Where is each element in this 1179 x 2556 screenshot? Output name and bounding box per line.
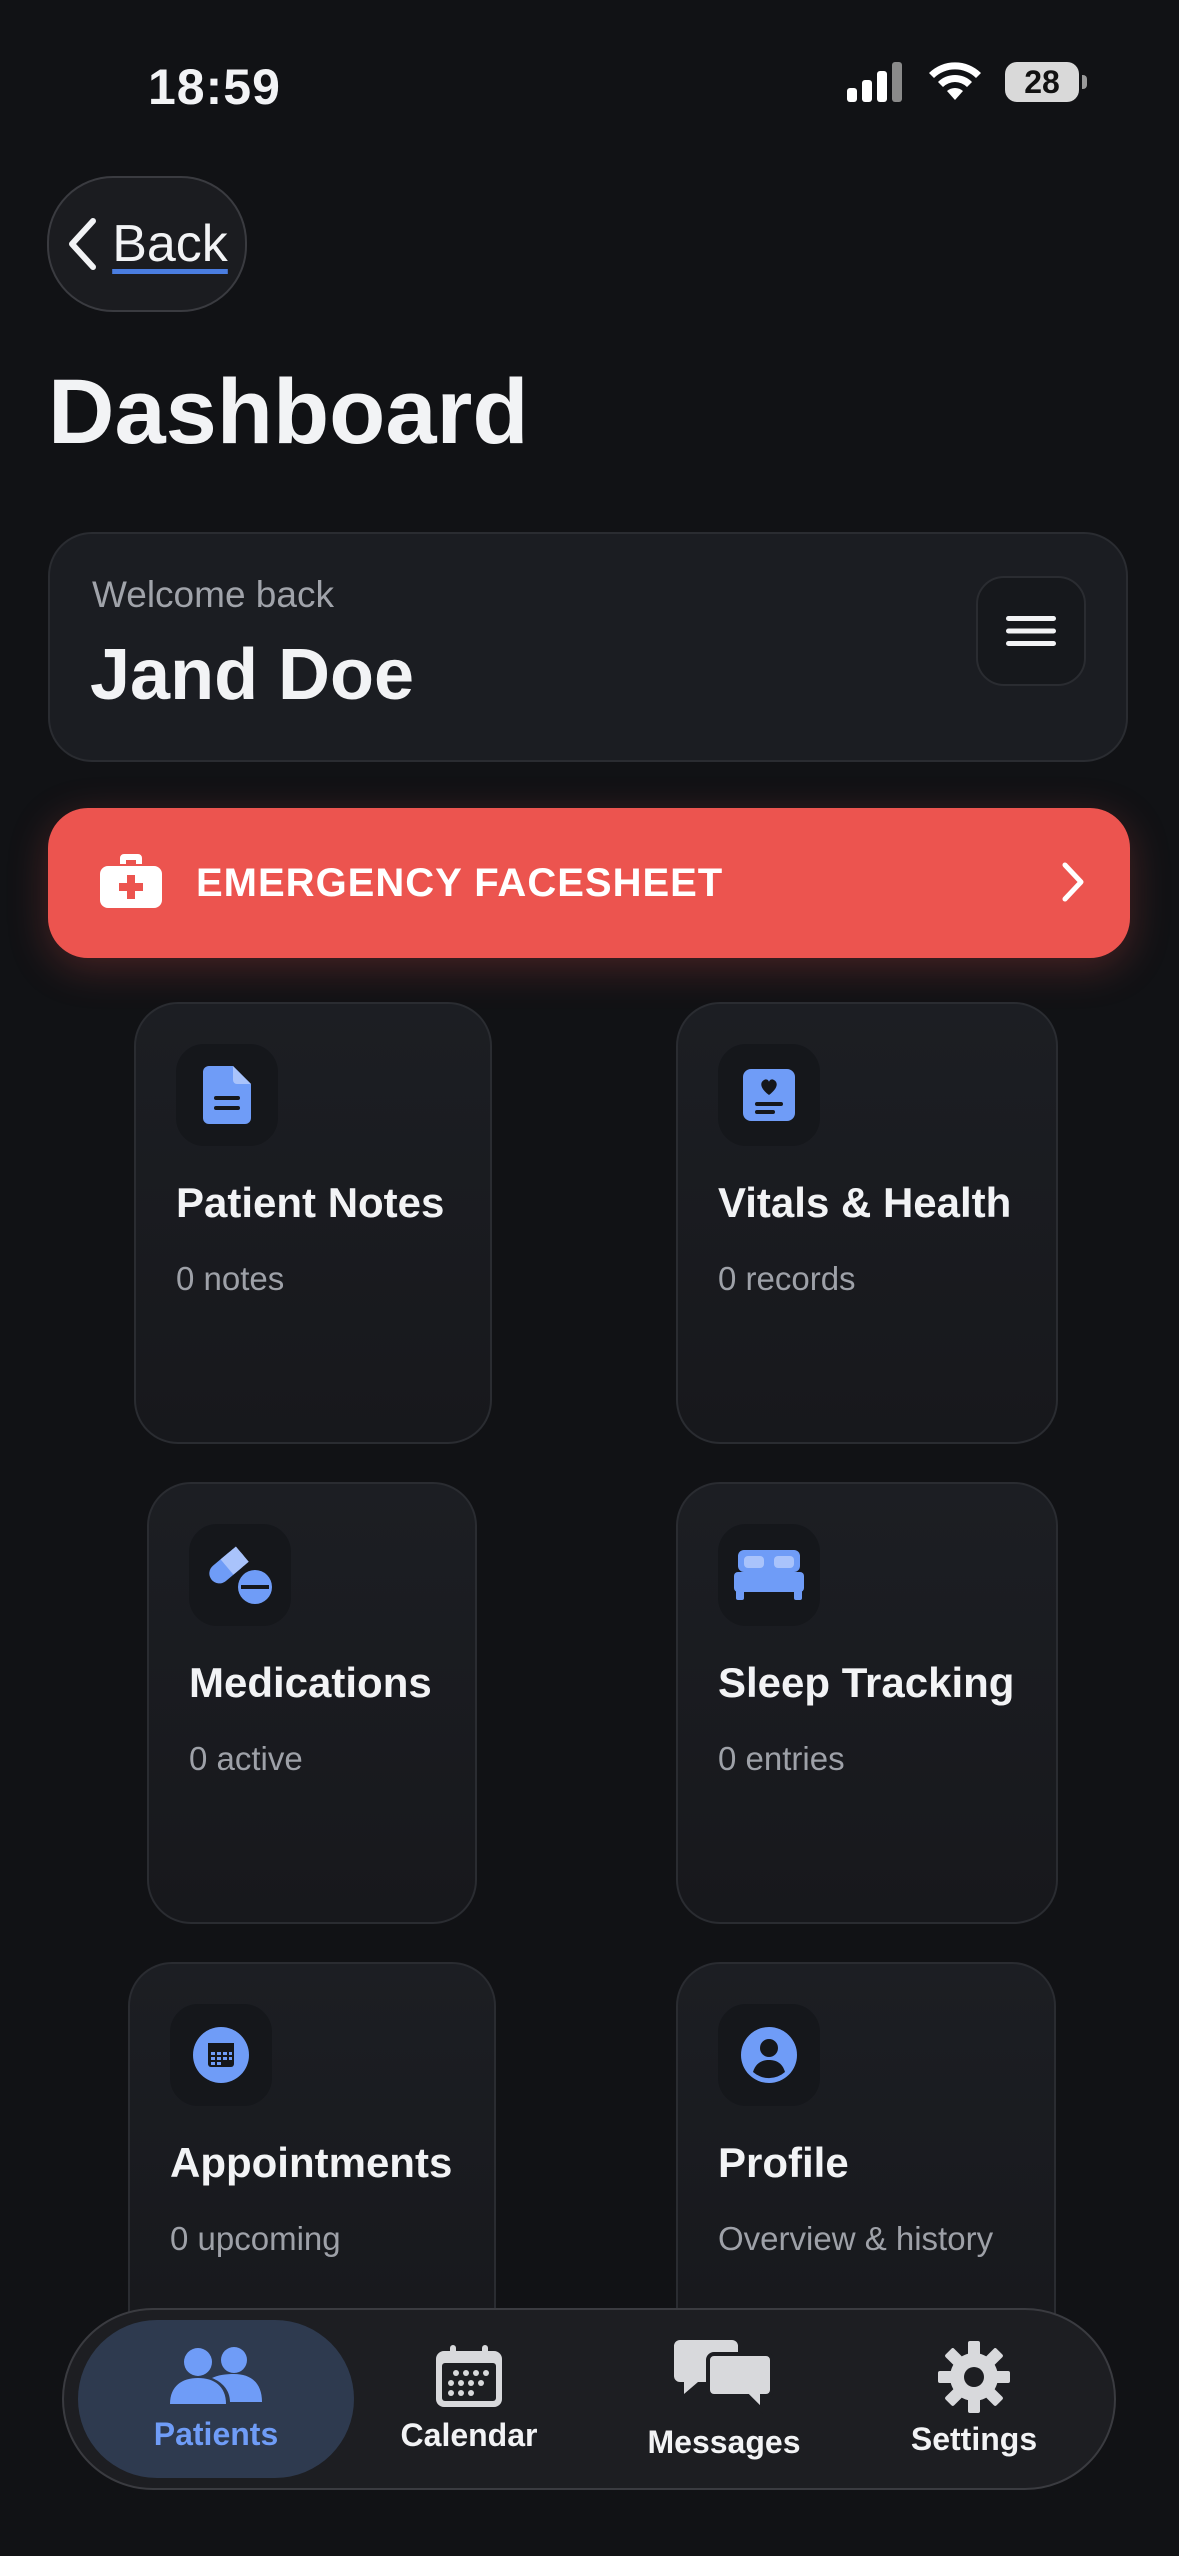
tile-icon-box	[718, 2004, 820, 2106]
tile-title: Patient Notes	[176, 1179, 445, 1226]
calendar-icon	[193, 2027, 249, 2083]
document-icon	[203, 1066, 251, 1124]
user-name: Jand Doe	[90, 635, 415, 715]
tab-calendar[interactable]: Calendar	[374, 2320, 564, 2478]
battery-indicator: 28	[1005, 62, 1087, 102]
health-record-icon	[743, 1069, 795, 1121]
tab-patients[interactable]: Patients	[78, 2320, 354, 2478]
tile-patient-notes[interactable]: Patient Notes 0 notes	[134, 1002, 492, 1444]
tile-profile[interactable]: Profile Overview & history	[676, 1962, 1056, 2362]
tab-label: Calendar	[400, 2416, 538, 2453]
medical-kit-icon	[100, 854, 162, 908]
bed-icon	[734, 1550, 804, 1600]
tile-subtitle: 0 records	[718, 1260, 856, 1297]
gear-icon	[938, 2340, 1010, 2413]
welcome-subtitle: Welcome back	[92, 574, 334, 615]
back-button[interactable]: Back	[47, 176, 247, 312]
patients-icon	[170, 2346, 262, 2404]
tile-title: Vitals & Health	[718, 1179, 1012, 1226]
tile-subtitle: 0 notes	[176, 1260, 285, 1297]
hamburger-icon	[1006, 616, 1056, 646]
calendar-icon	[436, 2344, 502, 2407]
wifi-icon	[929, 62, 981, 100]
tile-title: Medications	[189, 1659, 432, 1706]
status-icons: 28	[847, 62, 1087, 102]
tile-icon-box	[176, 1044, 278, 1146]
tab-label: Messages	[647, 2423, 801, 2460]
tab-label: Settings	[910, 2420, 1038, 2457]
user-circle-icon	[741, 2027, 797, 2083]
tile-appointments[interactable]: Appointments 0 upcoming	[128, 1962, 496, 2362]
tile-icon-box	[718, 1044, 820, 1146]
tab-settings[interactable]: Settings	[874, 2320, 1074, 2478]
menu-button[interactable]	[976, 576, 1086, 686]
pills-icon	[209, 1546, 272, 1604]
tab-label: Patients	[153, 2415, 279, 2452]
status-time: 18:59	[148, 59, 281, 115]
tile-title: Appointments	[170, 2139, 453, 2186]
welcome-card: Welcome back Jand Doe	[48, 532, 1128, 762]
tab-bar: Patients Calendar Messages Settings	[62, 2308, 1116, 2490]
tile-subtitle: Overview & history	[718, 2220, 994, 2257]
tile-subtitle: 0 active	[189, 1740, 303, 1777]
signal-icon	[847, 62, 902, 102]
tile-title: Sleep Tracking	[718, 1659, 1015, 1706]
tile-icon-box	[170, 2004, 272, 2106]
chevron-right-icon	[1062, 862, 1084, 902]
tile-medications[interactable]: Medications 0 active	[147, 1482, 477, 1924]
emergency-facesheet-button[interactable]: EMERGENCY FACESHEET	[48, 808, 1130, 958]
tile-icon-box	[718, 1524, 820, 1626]
tile-title: Profile	[718, 2139, 849, 2186]
tile-subtitle: 0 upcoming	[170, 2220, 341, 2257]
back-label: Back	[112, 215, 228, 273]
tile-sleep-tracking[interactable]: Sleep Tracking 0 entries	[676, 1482, 1058, 1924]
tab-messages[interactable]: Messages	[624, 2320, 824, 2478]
tile-subtitle: 0 entries	[718, 1740, 845, 1777]
chevron-left-icon	[69, 218, 97, 270]
messages-icon	[674, 2339, 774, 2415]
emergency-label: EMERGENCY FACESHEET	[196, 860, 724, 905]
page-title: Dashboard	[48, 361, 529, 463]
tile-icon-box	[189, 1524, 291, 1626]
tile-vitals-health[interactable]: Vitals & Health 0 records	[676, 1002, 1058, 1444]
battery-level: 28	[1024, 63, 1060, 100]
